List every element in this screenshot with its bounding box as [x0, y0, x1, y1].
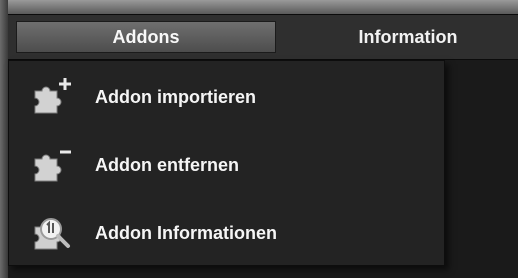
window-frame-left	[0, 0, 8, 278]
menu-information-label: Information	[358, 26, 458, 47]
addons-dropdown-menu: Addon importieren Addon entfernen Addon …	[8, 60, 445, 266]
menu-addons-label: Addons	[112, 26, 180, 47]
puzzle-info-icon	[25, 213, 81, 253]
puzzle-add-icon	[25, 77, 81, 117]
menu-information[interactable]: Information	[298, 21, 518, 53]
menu-item-label: Addon entfernen	[95, 154, 239, 175]
menu-item-label: Addon importieren	[95, 86, 256, 107]
menu-item-addon-info[interactable]: Addon Informationen	[9, 199, 444, 267]
menu-item-addon-remove[interactable]: Addon entfernen	[9, 131, 444, 199]
menu-addons[interactable]: Addons	[16, 21, 276, 53]
puzzle-remove-icon	[25, 145, 81, 185]
window-frame-top	[0, 0, 518, 14]
menu-item-label: Addon Informationen	[95, 222, 277, 243]
menu-item-addon-import[interactable]: Addon importieren	[9, 63, 444, 131]
menubar: Addons Information	[8, 14, 518, 60]
